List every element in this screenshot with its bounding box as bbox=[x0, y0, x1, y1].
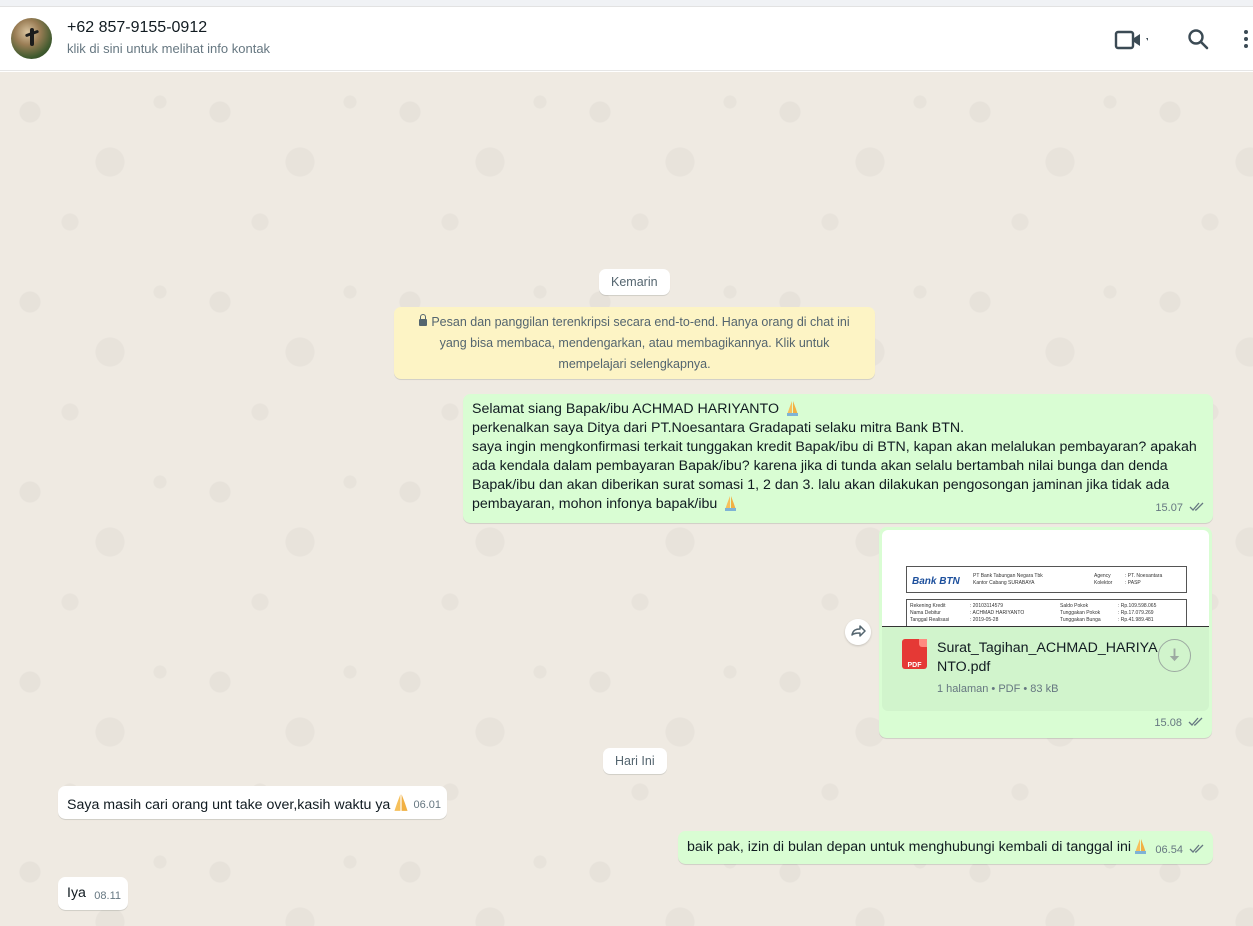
document-file-info: 1 halaman • PDF • 83 kB bbox=[937, 683, 1059, 695]
message-text-line: ada kendala dalam pembayaran Bapak/ibu? … bbox=[472, 458, 1168, 474]
contact-name[interactable]: +62 857-9155-0912 bbox=[67, 19, 207, 37]
folded-hands-emoji bbox=[725, 496, 737, 511]
message-time: 06.01 bbox=[413, 799, 441, 811]
read-ticks-icon bbox=[1189, 844, 1204, 853]
window-top-edge bbox=[0, 0, 1253, 7]
message-text: Saya masih cari orang unt take over,kasi… bbox=[67, 797, 391, 813]
read-ticks-icon bbox=[1188, 717, 1203, 726]
incoming-message[interactable]: Saya masih cari orang unt take over,kasi… bbox=[58, 786, 447, 819]
message-text-line: Bapak/ibu dan akan diberikan surat somas… bbox=[472, 477, 1170, 493]
folded-hands-emoji bbox=[394, 794, 408, 811]
folded-hands-emoji bbox=[1135, 839, 1147, 854]
message-text: Iya bbox=[67, 885, 86, 901]
video-call-icon[interactable] bbox=[1114, 29, 1148, 51]
document-file-name[interactable]: Surat_Tagihan_ACHMAD_HARIYANTO.pdf bbox=[937, 639, 1159, 677]
bank-logo: Bank BTN bbox=[912, 576, 960, 587]
message-time: 15.08 bbox=[1154, 717, 1182, 729]
document-card[interactable]: PDF Surat_Tagihan_ACHMAD_HARIYANTO.pdf 1… bbox=[882, 627, 1209, 711]
message-time: 08.11 bbox=[94, 890, 121, 902]
pdf-preview-thumbnail[interactable]: Bank BTN PT Bank Tabungan Negara Tbk Kan… bbox=[882, 530, 1209, 627]
contact-avatar[interactable] bbox=[11, 18, 52, 59]
lock-icon bbox=[419, 314, 428, 326]
outgoing-message[interactable]: Selamat siang Bapak/ibu ACHMAD HARIYANTO… bbox=[463, 394, 1213, 523]
message-time: 15.07 bbox=[1155, 502, 1183, 514]
forward-icon[interactable] bbox=[845, 619, 871, 645]
incoming-message[interactable]: Iya 08.11 bbox=[58, 877, 128, 910]
message-text: baik pak, izin di bulan depan untuk meng… bbox=[687, 839, 1132, 855]
message-time: 06.54 bbox=[1155, 844, 1183, 856]
message-text-line: pembayaran, mohon infonya bapak/ibu bbox=[472, 496, 718, 512]
message-meta: 15.07 bbox=[1155, 499, 1205, 518]
message-meta: 15.08 bbox=[1154, 714, 1204, 733]
message-text-line: perkenalkan saya Ditya dari PT.Noesantar… bbox=[472, 420, 965, 436]
chat-header: +62 857-9155-0912 klik di sini untuk mel… bbox=[0, 7, 1253, 71]
outgoing-document-message[interactable]: Bank BTN PT Bank Tabungan Negara Tbk Kan… bbox=[879, 527, 1212, 738]
read-ticks-icon bbox=[1189, 502, 1204, 511]
folded-hands-emoji bbox=[786, 401, 798, 416]
contact-info-hint[interactable]: klik di sini untuk melihat info kontak bbox=[67, 41, 270, 56]
kebab-menu-icon[interactable] bbox=[1236, 27, 1250, 51]
pdf-file-icon: PDF bbox=[902, 639, 927, 669]
message-text-line: saya ingin mengkonfirmasi terkait tungga… bbox=[472, 439, 1197, 455]
outgoing-message[interactable]: baik pak, izin di bulan depan untuk meng… bbox=[678, 831, 1213, 864]
date-divider-yesterday: Kemarin bbox=[599, 269, 670, 295]
download-icon[interactable] bbox=[1158, 639, 1191, 672]
encryption-notice[interactable]: Pesan dan panggilan terenkripsi secara e… bbox=[394, 307, 875, 379]
chat-area[interactable]: Kemarin Pesan dan panggilan terenkripsi … bbox=[0, 72, 1253, 926]
message-meta: 06.54 bbox=[1155, 841, 1205, 860]
date-divider-today: Hari Ini bbox=[603, 748, 667, 774]
message-text-line: Selamat siang Bapak/ibu ACHMAD HARIYANTO bbox=[472, 401, 779, 417]
search-icon[interactable] bbox=[1186, 27, 1210, 51]
